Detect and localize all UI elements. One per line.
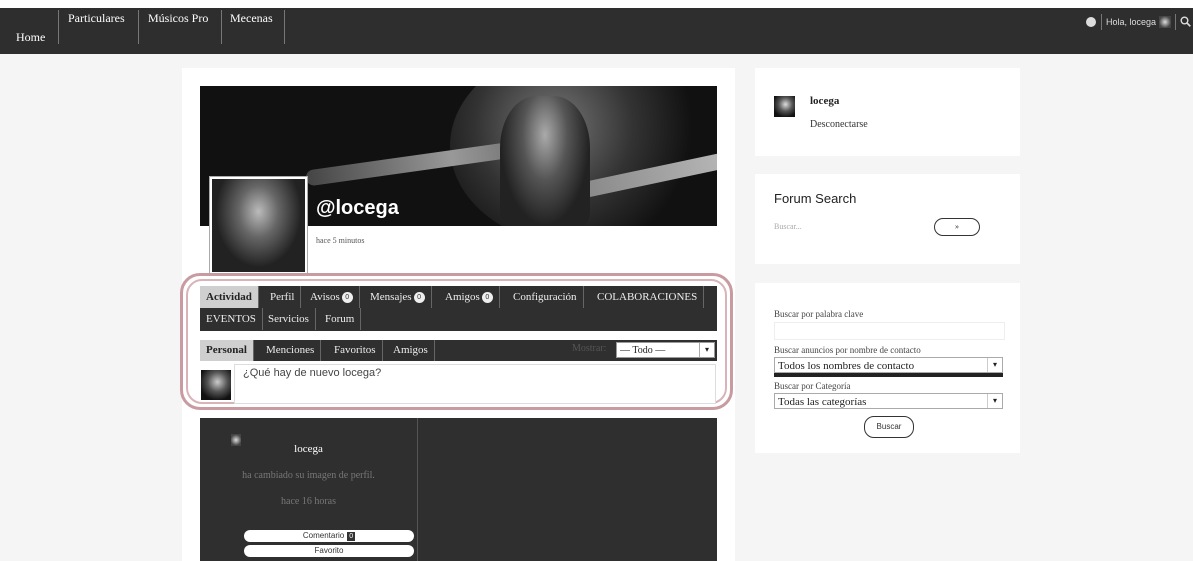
tab-avisos[interactable]: Avisos 0 bbox=[304, 286, 360, 308]
tab-forum[interactable]: Forum bbox=[319, 308, 362, 330]
chevron-down-icon: ▾ bbox=[987, 394, 1002, 408]
subtab-amigos[interactable]: Amigos bbox=[387, 340, 435, 361]
divider bbox=[1175, 14, 1176, 30]
subtab-personal[interactable]: Personal bbox=[200, 340, 254, 361]
user-area: Hola, locega bbox=[1085, 12, 1193, 32]
profile-tabs: Actividad Perfil Avisos 0 Mensajes 0 Amigo… bbox=[200, 286, 717, 331]
chevron-down-icon: ▾ bbox=[699, 343, 714, 357]
tab-configuracion[interactable]: Configuración bbox=[507, 286, 584, 308]
mensajes-count: 0 bbox=[413, 291, 425, 303]
chevron-down-icon: ▾ bbox=[987, 358, 1002, 372]
profile-username: @locega bbox=[316, 197, 399, 219]
tab-mensajes[interactable]: Mensajes 0 bbox=[364, 286, 432, 308]
category-select[interactable]: Todas las categorías ▾ bbox=[774, 393, 1003, 409]
filter-select[interactable]: — Todo — ▾ bbox=[616, 342, 715, 358]
comment-button[interactable]: Comentario 0 bbox=[244, 530, 414, 542]
nav-divider bbox=[58, 10, 59, 44]
category-label: Buscar por Categoría bbox=[774, 381, 851, 391]
top-edge bbox=[0, 0, 1193, 8]
forum-search-input[interactable]: Buscar... bbox=[774, 218, 929, 236]
favorite-button[interactable]: Favorito bbox=[244, 545, 414, 557]
logout-link[interactable]: Desconectarse bbox=[810, 119, 868, 130]
top-nav-bar: Home Particulares Músicos Pro Mecenas Ho… bbox=[0, 0, 1193, 54]
greeting-link[interactable]: Hola, locega bbox=[1106, 17, 1156, 27]
tab-servicios[interactable]: Servicios bbox=[262, 308, 316, 330]
activity-item: locega ha cambiado su imagen de perfil. … bbox=[200, 418, 717, 561]
select-underline bbox=[774, 373, 1003, 377]
activity-meta: locega ha cambiado su imagen de perfil. … bbox=[200, 418, 418, 561]
cover-figure bbox=[500, 96, 590, 226]
comment-count: 0 bbox=[347, 532, 356, 541]
nav-divider bbox=[221, 10, 222, 44]
search-icon[interactable] bbox=[1180, 16, 1191, 29]
nav-particulares[interactable]: Particulares bbox=[68, 11, 125, 26]
keyword-label: Buscar por palabra clave bbox=[774, 309, 864, 319]
tab-perfil[interactable]: Perfil bbox=[264, 286, 302, 308]
nav-musicos-pro[interactable]: Músicos Pro bbox=[148, 11, 208, 26]
activity-user[interactable]: locega bbox=[200, 443, 417, 455]
subtab-menciones[interactable]: Menciones bbox=[260, 340, 322, 361]
nav-home[interactable]: Home bbox=[16, 30, 45, 45]
sidebar-avatar[interactable] bbox=[774, 96, 795, 117]
divider bbox=[1100, 14, 1102, 30]
nav-divider bbox=[138, 10, 139, 44]
tab-actividad[interactable]: Actividad bbox=[200, 286, 259, 308]
tab-amigos[interactable]: Amigos 0 bbox=[439, 286, 500, 308]
sidebar-username[interactable]: locega bbox=[810, 95, 839, 107]
avisos-count: 0 bbox=[341, 291, 353, 303]
mini-avatar[interactable] bbox=[1159, 16, 1171, 28]
status-avatar bbox=[201, 370, 231, 400]
amigos-count: 0 bbox=[481, 291, 493, 303]
activity-text: ha cambiado su imagen de perfil. bbox=[242, 470, 375, 481]
last-active: hace 5 minutos bbox=[316, 236, 365, 245]
user-circle-icon[interactable] bbox=[1085, 17, 1096, 27]
search-button[interactable]: Buscar bbox=[864, 416, 914, 438]
tab-eventos[interactable]: EVENTOS bbox=[200, 308, 263, 330]
status-input[interactable]: ¿Qué hay de nuevo locega? bbox=[234, 364, 716, 404]
filter-label: Mostrar: bbox=[572, 343, 607, 354]
contact-select[interactable]: Todos los nombres de contacto ▾ bbox=[774, 357, 1003, 373]
contact-label: Buscar anuncios por nombre de contacto bbox=[774, 345, 921, 355]
subtab-favoritos[interactable]: Favoritos bbox=[328, 340, 383, 361]
activity-time[interactable]: hace 16 horas bbox=[200, 496, 417, 507]
forum-search-title: Forum Search bbox=[774, 191, 857, 206]
keyword-input[interactable] bbox=[774, 322, 1005, 340]
nav-mecenas[interactable]: Mecenas bbox=[230, 11, 273, 26]
profile-avatar[interactable] bbox=[209, 176, 308, 275]
nav-divider bbox=[284, 10, 285, 44]
forum-search-button[interactable]: » bbox=[934, 218, 980, 236]
tab-colaboraciones[interactable]: COLABORACIONES bbox=[591, 286, 705, 308]
